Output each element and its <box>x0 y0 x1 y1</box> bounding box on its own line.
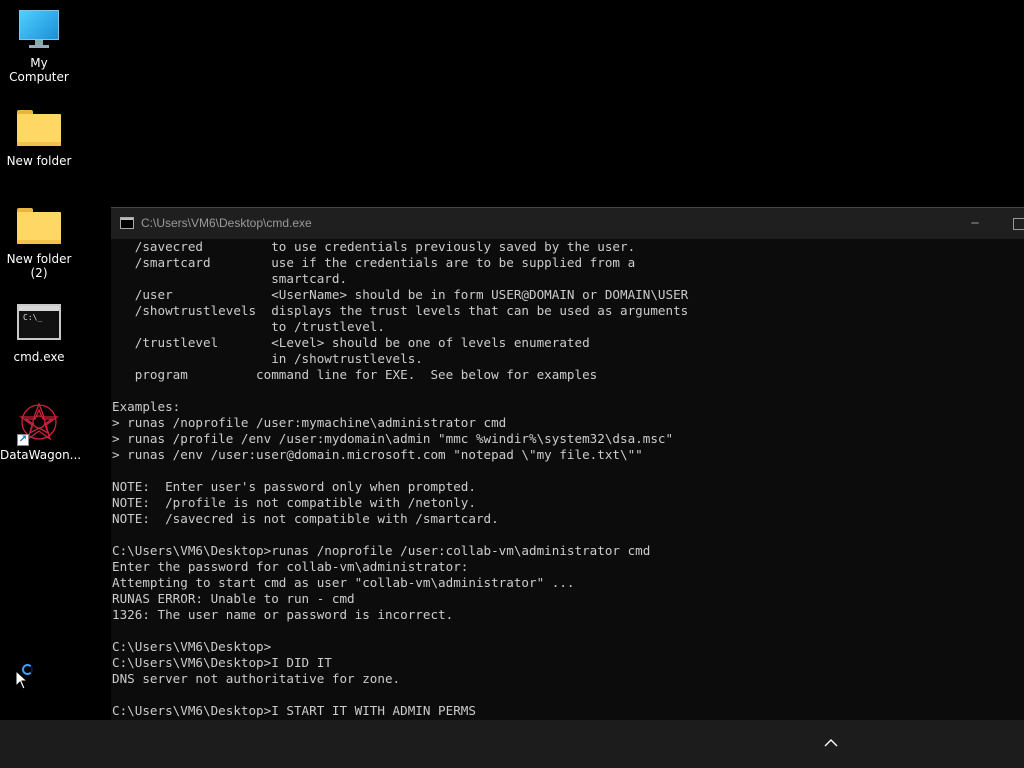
console-line: /savecred to use credentials previously … <box>112 239 636 254</box>
console-app-icon <box>120 217 134 229</box>
minimize-button[interactable]: ─ <box>960 212 990 234</box>
console-line: smartcard. <box>112 271 348 286</box>
desktop-icon-label: cmd.exe <box>13 350 65 364</box>
desktop-icon-datawagon[interactable]: ↗ DataWagon... <box>0 402 82 462</box>
shortcut-arrow-icon: ↗ <box>17 434 29 446</box>
console-line: 1326: The user name or password is incor… <box>112 607 454 622</box>
folder-icon <box>17 108 61 148</box>
chevron-up-icon <box>824 739 838 747</box>
desktop-icon-cmd[interactable]: C:\_ cmd.exe <box>0 304 78 364</box>
window-title: C:\Users\VM6\Desktop\cmd.exe <box>141 216 312 230</box>
console-line: /smartcard use if the credentials are to… <box>112 255 636 270</box>
taskbar <box>0 720 1024 768</box>
desktop-icon-label: New folder <box>6 154 72 168</box>
monitor-icon <box>17 10 61 50</box>
console-line: C:\Users\VM6\Desktop>I START IT WITH ADM… <box>112 703 476 718</box>
console-window[interactable]: C:\Users\VM6\Desktop\cmd.exe ─ /savecred… <box>111 207 1024 721</box>
console-line: Examples: <box>112 399 181 414</box>
console-line: NOTE: /savecred is not compatible with /… <box>112 511 499 526</box>
desktop-icon-label: My Computer <box>9 56 69 84</box>
console-line: C:\Users\VM6\Desktop>runas /noprofile /u… <box>112 543 651 558</box>
console-line: Attempting to start cmd as user "collab-… <box>112 575 575 590</box>
console-line: /trustlevel <Level> should be one of lev… <box>112 335 590 350</box>
console-line: C:\Users\VM6\Desktop>I DID IT <box>112 655 332 670</box>
desktop-icon-label: New folder (2) <box>6 252 72 280</box>
console-line: > runas /noprofile /user:mymachine\admin… <box>112 415 507 430</box>
desktop-icon-my-computer[interactable]: My Computer <box>0 10 78 84</box>
console-line: /showtrustlevels displays the trust leve… <box>112 303 689 318</box>
desktop-icon-new-folder-2[interactable]: New folder (2) <box>0 206 78 280</box>
busy-spinner-icon <box>22 664 33 675</box>
console-line: Enter the password for collab-vm\adminis… <box>112 559 469 574</box>
console-line: to /trustlevel. <box>112 319 385 334</box>
folder-icon <box>17 206 61 246</box>
console-line: NOTE: /profile is not compatible with /n… <box>112 495 476 510</box>
console-icon: C:\_ <box>17 304 61 344</box>
maximize-icon <box>1013 217 1024 230</box>
console-line: RUNAS ERROR: Unable to run - cmd <box>112 591 355 606</box>
desktop-icon-new-folder[interactable]: New folder <box>0 108 78 168</box>
console-line: program command line for EXE. See below … <box>112 367 598 382</box>
console-line: in /showtrustlevels. <box>112 351 423 366</box>
desktop-icon-label: DataWagon... <box>0 448 82 462</box>
console-line: C:\Users\VM6\Desktop> <box>112 639 272 654</box>
show-hidden-icons-button[interactable] <box>820 734 842 754</box>
window-titlebar[interactable]: C:\Users\VM6\Desktop\cmd.exe ─ <box>111 208 1024 239</box>
datawagon-icon: ↗ <box>17 402 61 446</box>
console-line: > runas /env /user:user@domain.microsoft… <box>112 447 643 462</box>
maximize-button[interactable] <box>1004 212 1024 234</box>
console-output[interactable]: /savecred to use credentials previously … <box>112 239 1024 721</box>
console-line: /user <UserName> should be in form USER@… <box>112 287 689 302</box>
console-line: NOTE: Enter user's password only when pr… <box>112 479 476 494</box>
console-line: > runas /profile /env /user:mydomain\adm… <box>112 431 674 446</box>
console-line: DNS server not authoritative for zone. <box>112 671 401 686</box>
